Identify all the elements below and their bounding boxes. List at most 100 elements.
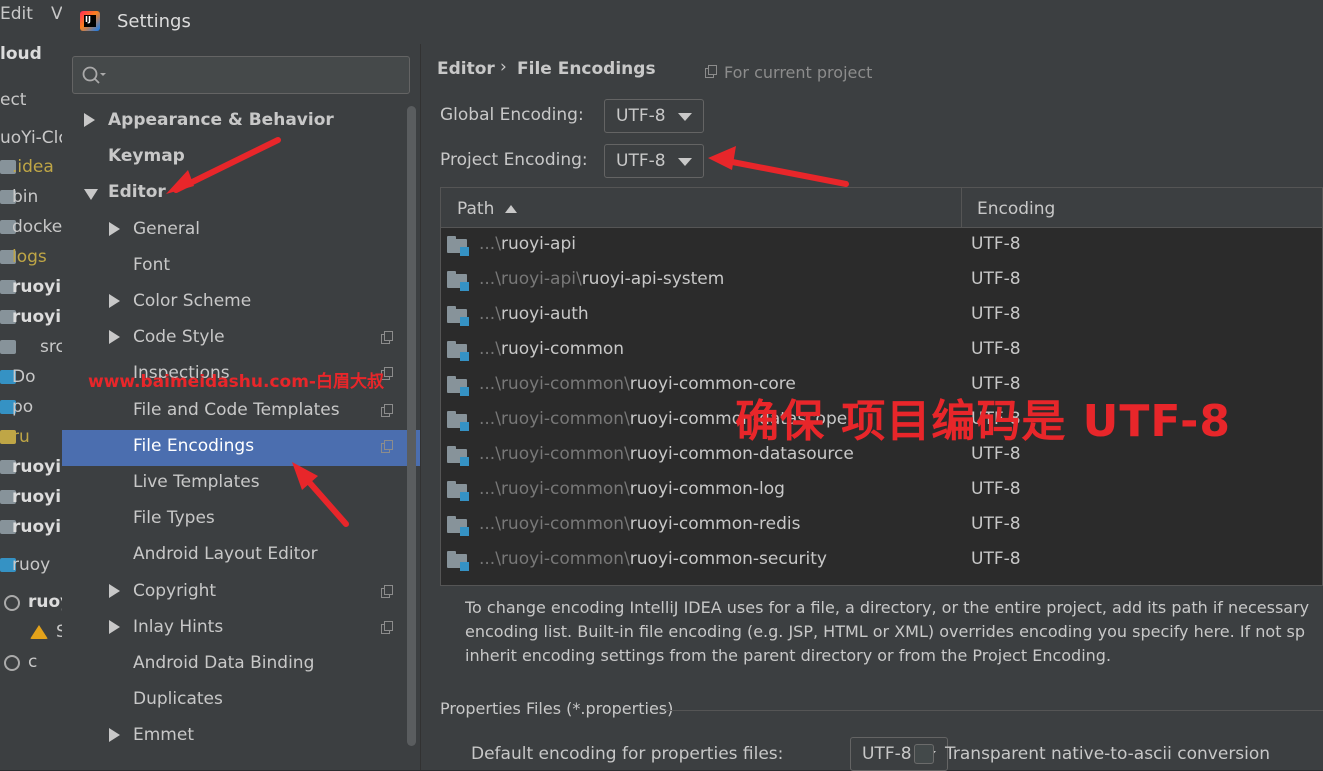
chevron-right-icon[interactable]	[109, 728, 120, 742]
background-tree-row[interactable]: ruoyi-	[0, 483, 64, 513]
tree-item-inlay-hints[interactable]: Inlay Hints	[62, 611, 408, 647]
tree-item-label: Code Style	[133, 327, 225, 347]
encoding-help-text: To change encoding IntelliJ IDEA uses fo…	[465, 596, 1323, 668]
background-tree-row-label: ru	[12, 427, 30, 447]
module-folder-icon	[447, 551, 469, 571]
menu-view[interactable]: V	[51, 4, 63, 24]
module-folder-icon	[447, 446, 469, 466]
table-row[interactable]: ...\ruoyi-common\ruoyi-common-security UT…	[441, 543, 1322, 578]
dialog-title-bar: IJ Settings	[62, 0, 1323, 44]
module-folder-icon	[447, 411, 469, 431]
breadcrumb-editor[interactable]: Editor	[437, 59, 495, 79]
tree-item-emmet[interactable]: Emmet	[62, 719, 408, 755]
background-tree-row-label: src	[40, 337, 64, 357]
path-cell: ...\ruoyi-common\ruoyi-common-log	[479, 479, 785, 499]
encoding-cell[interactable]: UTF-8	[971, 514, 1021, 534]
chevron-right-icon[interactable]	[109, 330, 120, 344]
chevron-right-icon[interactable]	[109, 620, 120, 634]
tree-item-duplicates[interactable]: Duplicates	[62, 683, 408, 719]
chevron-right-icon[interactable]	[109, 222, 120, 236]
transparent-conversion-label[interactable]: Transparent native-to-ascii conversion	[945, 744, 1270, 764]
tree-item-keymap[interactable]: Keymap	[62, 140, 408, 176]
sidebar-scrollbar[interactable]	[407, 106, 416, 746]
background-tree-row-label: ruoy	[28, 592, 64, 612]
background-tree-row[interactable]: ruoyi-	[0, 513, 64, 543]
module-folder-icon	[447, 376, 469, 396]
chevron-right-icon[interactable]	[84, 113, 95, 127]
background-tree-row[interactable]: ru	[0, 423, 64, 453]
background-tree-row[interactable]: ruoyi-	[0, 453, 64, 483]
settings-search-input[interactable]	[113, 63, 407, 89]
transparent-conversion-checkbox[interactable]	[914, 744, 934, 764]
background-tree-row[interactable]: po	[0, 393, 64, 423]
breadcrumb-file-encodings: File Encodings	[517, 59, 656, 79]
encoding-cell[interactable]: UTF-8	[971, 479, 1021, 499]
tree-item-label: Copyright	[133, 581, 217, 601]
global-encoding-select[interactable]: UTF-8	[604, 99, 704, 133]
background-tree-row[interactable]: .idea	[0, 153, 64, 183]
background-tree-row[interactable]: docke	[0, 213, 64, 243]
table-row[interactable]: ...\ruoyi-common UTF-8	[441, 333, 1322, 368]
chevron-right-icon[interactable]	[109, 294, 120, 308]
annotation-text: 确保 项目编码是 UTF-8	[735, 396, 1231, 447]
module-folder-icon	[447, 516, 469, 536]
project-scope-icon	[381, 621, 394, 635]
column-header-path[interactable]: Path	[457, 199, 494, 219]
background-tree-row[interactable]: ruoy	[0, 551, 64, 581]
tree-item-android-layout-editor[interactable]: Android Layout Editor	[62, 538, 408, 574]
module-folder-icon	[447, 306, 469, 326]
background-tree-row[interactable]: logs	[0, 243, 64, 273]
background-tree-row[interactable]: ruoy	[0, 588, 64, 618]
tree-item-font[interactable]: Font	[62, 249, 408, 285]
menu-edit[interactable]: Edit	[0, 4, 33, 24]
encoding-cell[interactable]: UTF-8	[971, 269, 1021, 289]
background-tree-row-label: c	[28, 652, 38, 672]
chevron-right-icon[interactable]	[109, 584, 120, 598]
background-tree-row[interactable]: uoYi-Clo	[0, 124, 64, 154]
background-tree-row[interactable]: ruoyi-	[0, 303, 64, 333]
table-row[interactable]: ...\ruoyi-common\ruoyi-common-log UTF-8	[441, 473, 1322, 508]
settings-search-box[interactable]	[72, 56, 410, 94]
table-row[interactable]: ...\ruoyi-auth UTF-8	[441, 298, 1322, 333]
project-scope-icon	[381, 331, 394, 345]
background-tree-row-label: docke	[12, 217, 63, 237]
tree-item-live-templates[interactable]: Live Templates	[62, 466, 408, 502]
tree-item-file-types[interactable]: File Types	[62, 502, 408, 538]
chevron-down-icon[interactable]	[84, 189, 98, 200]
background-tree-row[interactable]: S	[0, 618, 64, 648]
tree-item-general[interactable]: General	[62, 213, 408, 249]
properties-encoding-value: UTF-8	[862, 744, 912, 764]
background-tree-row[interactable]: loud	[0, 40, 64, 70]
background-tree-row[interactable]: bin	[0, 183, 64, 213]
chevron-down-icon	[678, 113, 692, 121]
background-tree-row[interactable]: Do	[0, 363, 64, 393]
background-tree-row-label: uoYi-Clo	[0, 128, 64, 148]
background-tree-row[interactable]: src	[0, 333, 64, 363]
table-row[interactable]: ...\ruoyi-api\ruoyi-api-system UTF-8	[441, 263, 1322, 298]
project-encoding-select[interactable]: UTF-8	[604, 144, 704, 178]
column-header-encoding[interactable]: Encoding	[977, 199, 1055, 219]
tree-item-code-style[interactable]: Code Style	[62, 321, 408, 357]
background-tree-row[interactable]: c	[0, 648, 64, 678]
encoding-cell[interactable]: UTF-8	[971, 339, 1021, 359]
encoding-cell[interactable]: UTF-8	[971, 304, 1021, 324]
encoding-cell[interactable]: UTF-8	[971, 234, 1021, 254]
tree-item-appearance-behavior[interactable]: Appearance & Behavior	[62, 104, 408, 140]
tree-item-file-and-code-templates[interactable]: File and Code Templates	[62, 394, 408, 430]
path-cell: ...\ruoyi-common	[479, 339, 625, 359]
table-row[interactable]: ...\ruoyi-common\ruoyi-common-redis UTF-8	[441, 508, 1322, 543]
dialog-title: Settings	[117, 11, 191, 32]
encoding-cell[interactable]: UTF-8	[971, 549, 1021, 569]
tree-item-android-data-binding[interactable]: Android Data Binding	[62, 647, 408, 683]
tree-item-editor[interactable]: Editor	[62, 176, 408, 212]
background-tree-row[interactable]: ruoyi-	[0, 273, 64, 303]
background-tree-row-label: ruoyi-	[12, 307, 64, 327]
tree-item-label: Android Layout Editor	[133, 544, 318, 564]
tree-item-copyright[interactable]: Copyright	[62, 575, 408, 611]
tree-item-color-scheme[interactable]: Color Scheme	[62, 285, 408, 321]
tree-item-file-encodings[interactable]: File Encodings	[62, 430, 420, 466]
column-resize-handle[interactable]	[961, 188, 962, 227]
background-tree-row[interactable]: ect	[0, 86, 64, 116]
for-current-project-note: For current project	[705, 63, 872, 82]
table-row[interactable]: ...\ruoyi-api UTF-8	[441, 228, 1322, 263]
